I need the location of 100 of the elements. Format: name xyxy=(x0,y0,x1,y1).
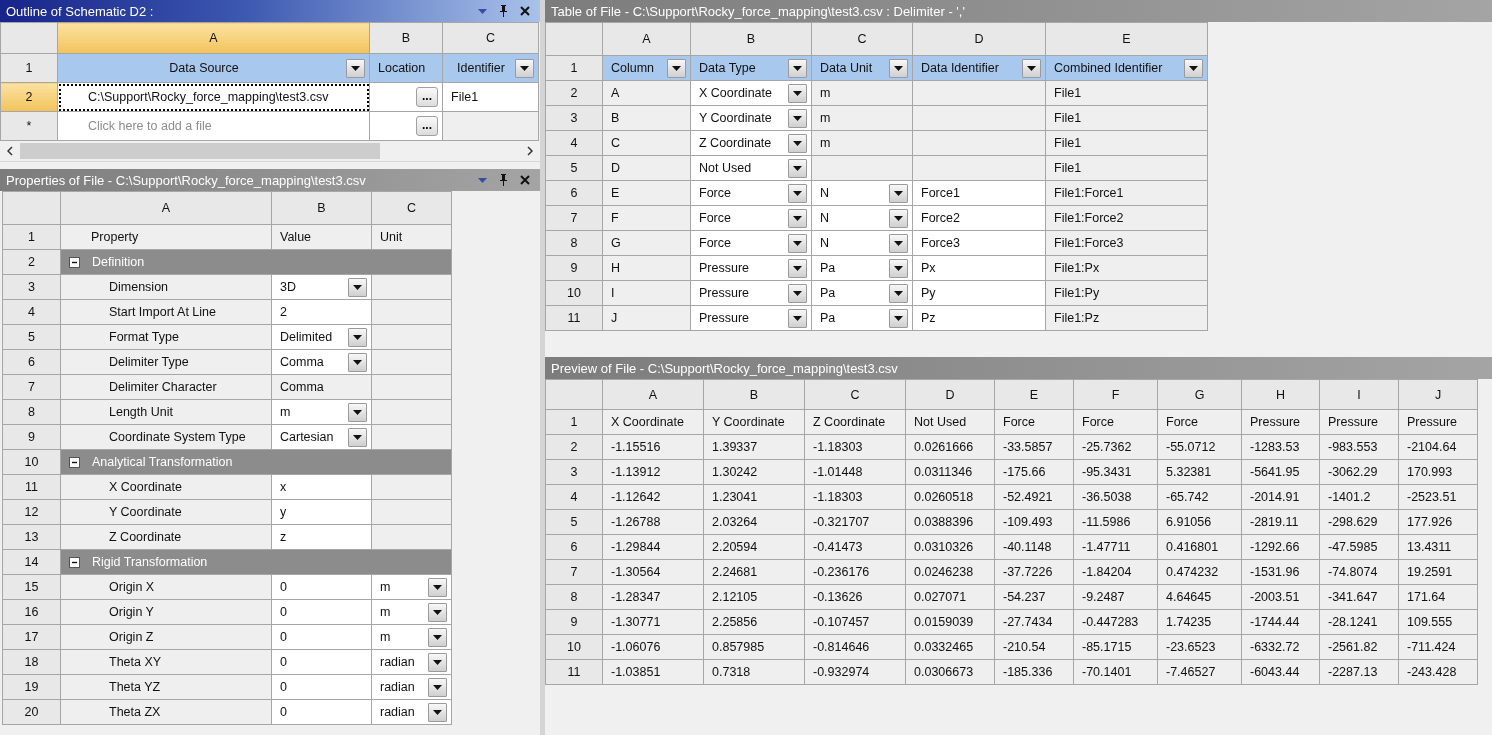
caret-icon[interactable] xyxy=(478,177,487,183)
header-letter[interactable]: E xyxy=(1045,22,1208,56)
row-header[interactable]: 4 xyxy=(545,130,603,156)
row-header[interactable]: 8 xyxy=(2,399,61,425)
input-field[interactable]: C:\Support\Rocky_force_mapping\test3.csv xyxy=(57,82,370,112)
row-header[interactable]: 1 xyxy=(545,55,603,81)
input-field[interactable]: 0 xyxy=(271,624,372,650)
input-field[interactable]: y xyxy=(271,499,372,525)
close-icon[interactable] xyxy=(520,175,530,185)
dropdown-field[interactable]: Pressure xyxy=(690,280,812,306)
row-header[interactable]: 5 xyxy=(545,509,603,535)
input-field[interactable]: Force1 xyxy=(912,180,1046,206)
input-field[interactable]: Force3 xyxy=(912,230,1046,256)
add-file-field[interactable]: Click here to add a file xyxy=(57,111,370,141)
dropdown-field[interactable]: Pressure xyxy=(690,305,812,331)
column-heading[interactable]: Combined Identifier xyxy=(1045,55,1208,81)
dropdown-button[interactable] xyxy=(788,133,807,153)
dropdown-button[interactable] xyxy=(348,327,367,347)
row-header[interactable]: 12 xyxy=(2,499,61,525)
filter-button[interactable] xyxy=(788,58,807,78)
row-header[interactable]: 2 xyxy=(2,249,61,275)
row-header[interactable]: 6 xyxy=(2,349,61,375)
column-heading[interactable]: Data Unit xyxy=(811,55,913,81)
dropdown-button[interactable] xyxy=(348,277,367,297)
row-header[interactable]: 1 xyxy=(545,409,603,435)
collapse-icon[interactable] xyxy=(69,456,80,468)
dropdown-field[interactable]: radian xyxy=(371,674,452,700)
header-letter[interactable]: E xyxy=(994,379,1074,410)
filter-button[interactable] xyxy=(1184,58,1203,78)
row-header[interactable]: 9 xyxy=(545,255,603,281)
header-letter[interactable]: B xyxy=(369,22,443,54)
dropdown-button[interactable] xyxy=(788,233,807,253)
dropdown-field[interactable]: Pa xyxy=(811,305,913,331)
header-letter[interactable]: B xyxy=(271,191,372,225)
column-heading[interactable]: Data Source xyxy=(57,53,370,83)
header-letter[interactable]: C xyxy=(442,22,539,54)
input-field[interactable]: Force2 xyxy=(912,205,1046,231)
dropdown-field[interactable]: N xyxy=(811,230,913,256)
dropdown-field[interactable]: m xyxy=(371,624,452,650)
row-header[interactable]: 19 xyxy=(2,674,61,700)
dropdown-button[interactable] xyxy=(889,308,908,328)
row-header[interactable]: 5 xyxy=(545,155,603,181)
header-letter[interactable]: B xyxy=(703,379,805,410)
column-heading[interactable]: Data Identifier xyxy=(912,55,1046,81)
dropdown-button[interactable] xyxy=(788,183,807,203)
header-letter[interactable]: F xyxy=(1073,379,1158,410)
dropdown-field[interactable]: N xyxy=(811,180,913,206)
input-field[interactable]: Py xyxy=(912,280,1046,306)
row-header[interactable]: 5 xyxy=(2,324,61,350)
row-header[interactable]: 18 xyxy=(2,649,61,675)
header-letter[interactable]: A xyxy=(60,191,272,225)
input-field[interactable]: 0 xyxy=(271,699,372,725)
dropdown-field[interactable]: Cartesian xyxy=(271,424,372,450)
filter-button[interactable] xyxy=(1022,58,1041,78)
dropdown-button[interactable] xyxy=(788,308,807,328)
filter-button[interactable] xyxy=(889,58,908,78)
row-header[interactable]: 8 xyxy=(545,584,603,610)
row-header[interactable]: 11 xyxy=(545,659,603,685)
dropdown-field[interactable]: radian xyxy=(371,699,452,725)
row-header[interactable]: 3 xyxy=(545,459,603,485)
header-letter[interactable]: G xyxy=(1157,379,1242,410)
dropdown-field[interactable]: Y Coordinate xyxy=(690,105,812,131)
header-letter[interactable]: D xyxy=(905,379,995,410)
dropdown-field[interactable]: Force xyxy=(690,230,812,256)
header-letter[interactable]: I xyxy=(1319,379,1399,410)
header-letter[interactable]: H xyxy=(1241,379,1320,410)
dropdown-field[interactable]: Pressure xyxy=(690,255,812,281)
dropdown-button[interactable] xyxy=(348,427,367,447)
filter-button[interactable] xyxy=(667,58,686,78)
caret-icon[interactable] xyxy=(478,8,487,14)
input-field[interactable]: x xyxy=(271,474,372,500)
dropdown-field[interactable]: Comma xyxy=(271,349,372,375)
dropdown-button[interactable] xyxy=(889,283,908,303)
input-field[interactable]: z xyxy=(271,524,372,550)
row-header[interactable]: 2 xyxy=(545,80,603,106)
pin-icon[interactable] xyxy=(499,5,508,17)
dropdown-button[interactable] xyxy=(788,83,807,103)
header-letter[interactable]: A xyxy=(57,22,370,54)
dropdown-field[interactable]: m xyxy=(371,599,452,625)
dropdown-button[interactable] xyxy=(428,702,447,722)
row-header[interactable]: 2 xyxy=(545,434,603,460)
row-header[interactable]: 10 xyxy=(545,280,603,306)
row-header[interactable]: 7 xyxy=(545,205,603,231)
dropdown-button[interactable] xyxy=(348,402,367,422)
row-header[interactable]: 11 xyxy=(545,305,603,331)
input-field[interactable]: Pz xyxy=(912,305,1046,331)
dropdown-button[interactable] xyxy=(889,258,908,278)
header-letter[interactable]: B xyxy=(690,22,812,56)
dropdown-button[interactable] xyxy=(348,352,367,372)
dropdown-button[interactable] xyxy=(428,677,447,697)
header-letter[interactable]: A xyxy=(602,22,691,56)
row-header[interactable]: 16 xyxy=(2,599,61,625)
row-header[interactable]: 20 xyxy=(2,699,61,725)
header-letter[interactable]: D xyxy=(912,22,1046,56)
dropdown-field[interactable]: m xyxy=(271,399,372,425)
row-header[interactable]: 1 xyxy=(2,224,61,250)
dropdown-field[interactable]: X Coordinate xyxy=(690,80,812,106)
row-header[interactable]: 3 xyxy=(545,105,603,131)
row-header[interactable]: 6 xyxy=(545,534,603,560)
column-heading[interactable]: Column xyxy=(602,55,691,81)
